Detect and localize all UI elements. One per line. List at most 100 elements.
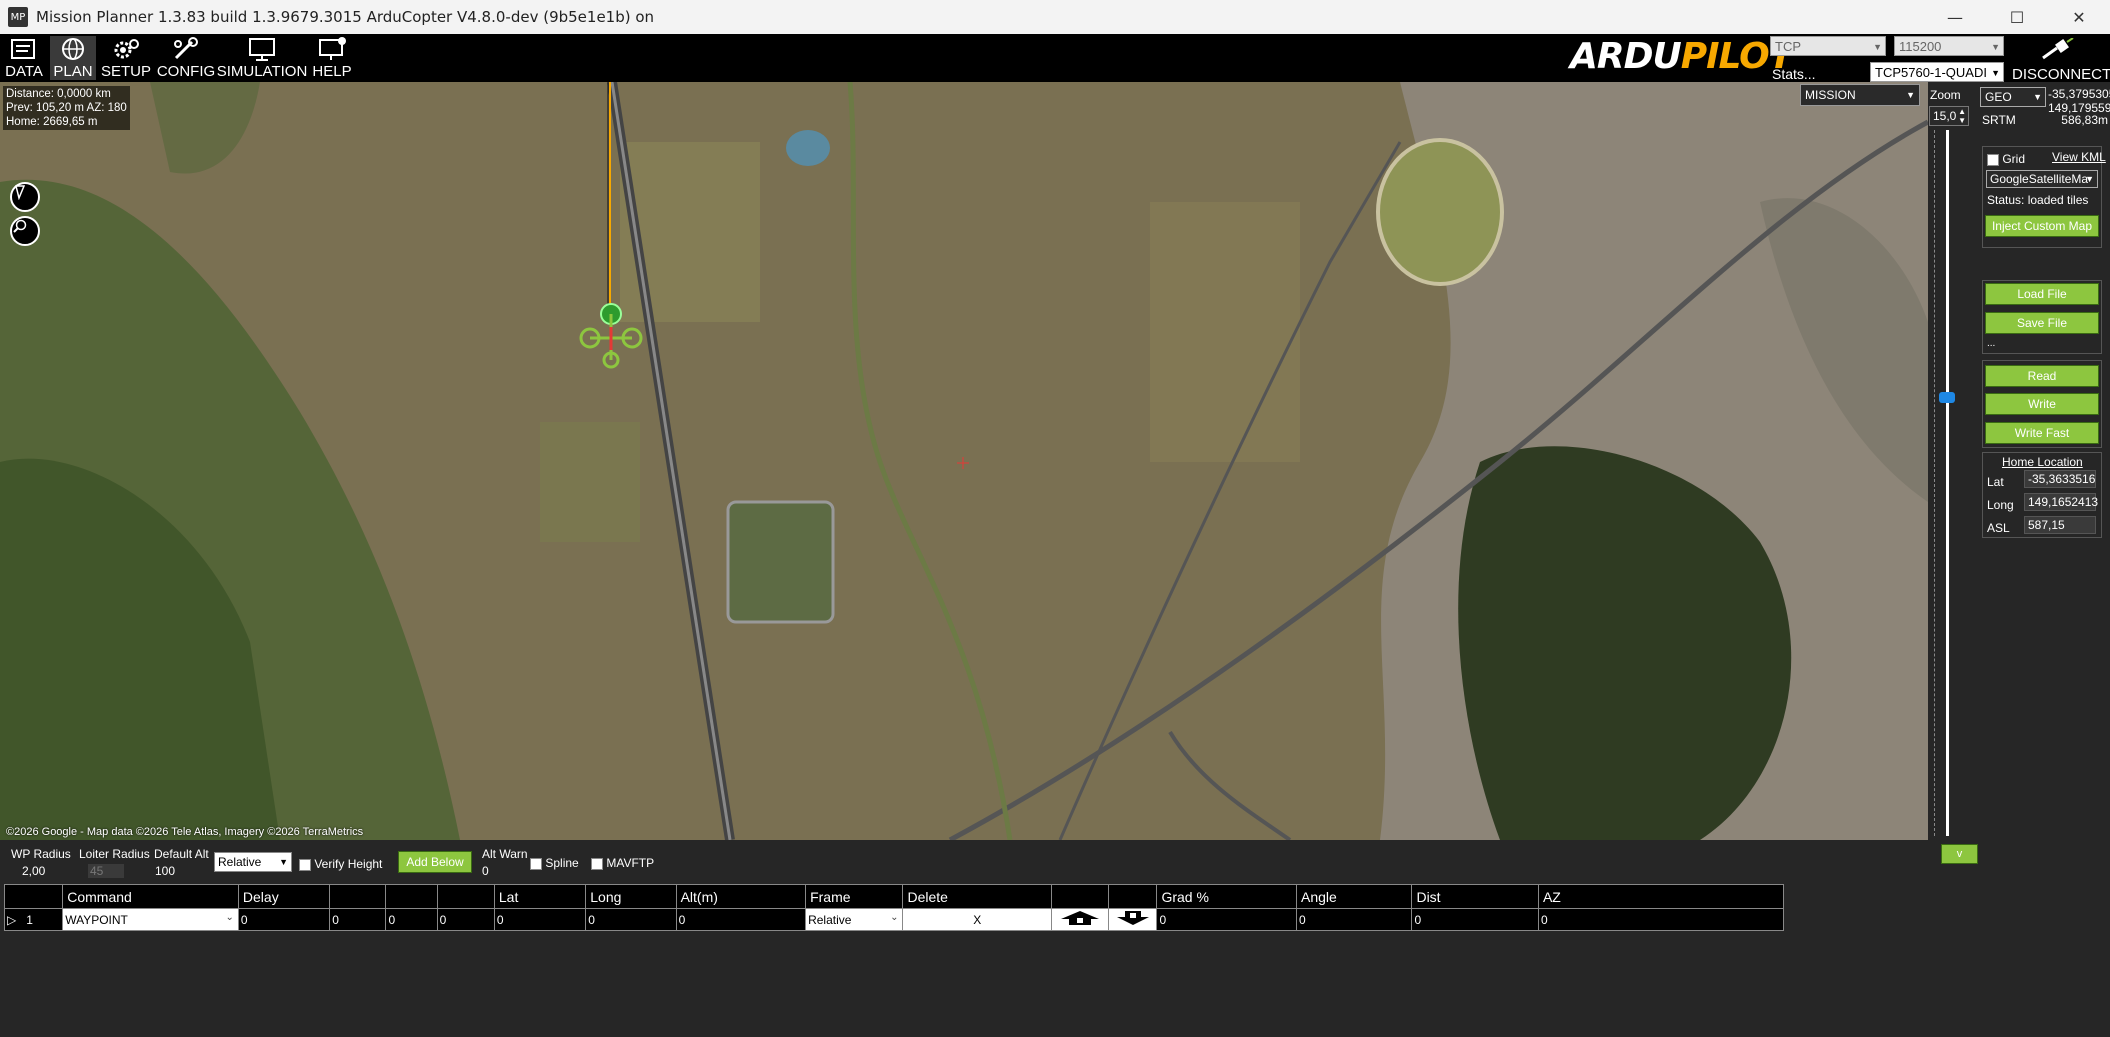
load-file-button[interactable]: Load File xyxy=(1985,283,2099,305)
move-down-button[interactable] xyxy=(1108,908,1158,931)
loiter-radius-input[interactable]: 45 xyxy=(88,864,124,878)
command-select[interactable]: WAYPOINT ⌄ xyxy=(62,908,239,931)
col-header-long: Long xyxy=(585,884,677,909)
connection-type-select[interactable]: TCP ▼ xyxy=(1770,36,1886,56)
disconnect-label: DISCONNECT xyxy=(2012,66,2110,83)
angle-cell: 0 xyxy=(1295,908,1413,931)
home-long-input[interactable]: 149,1652413 xyxy=(2024,493,2098,511)
spline-checkbox[interactable]: Spline xyxy=(530,856,579,870)
grid-checkbox-box[interactable] xyxy=(1987,153,1999,166)
default-alt-input[interactable]: 100 xyxy=(155,864,175,878)
col-header-az: AZ xyxy=(1537,884,1785,909)
save-file-button[interactable]: Save File xyxy=(1985,312,2099,334)
zoom-slider-track[interactable] xyxy=(1946,130,1949,836)
window-title: Mission Planner 1.3.83 build 1.3.9679.30… xyxy=(36,8,655,26)
chevron-down-icon: ▼ xyxy=(1873,42,1882,52)
lat-cell[interactable]: 0 xyxy=(493,908,587,931)
add-below-button[interactable]: Add Below xyxy=(398,851,472,873)
plug-icon xyxy=(2042,37,2074,60)
table-row[interactable]: ▷ 1 WAYPOINT ⌄ 0 0 0 0 0 0 0 Relative ⌄ X … xyxy=(3,908,1785,931)
minimize-button[interactable]: — xyxy=(1924,0,1986,34)
grid-checkbox[interactable]: Grid xyxy=(1987,152,2025,166)
maximize-button[interactable]: ☐ xyxy=(1986,0,2048,34)
port-select[interactable]: TCP5760-1-QUADI ▼ xyxy=(1870,62,2004,82)
col-header-param2 xyxy=(329,884,387,909)
alt-cell[interactable]: 0 xyxy=(675,908,807,931)
disconnect-button[interactable]: DISCONNECT xyxy=(2012,37,2110,83)
distance-text: Distance: 0,0000 km xyxy=(6,88,111,100)
frame-select[interactable]: Relative ⌄ xyxy=(805,908,904,931)
zoom-slider-handle[interactable] xyxy=(1939,392,1955,403)
col-header-dist: Dist xyxy=(1411,884,1539,909)
mavftp-box[interactable] xyxy=(591,857,603,870)
write-button[interactable]: Write xyxy=(1985,393,2099,415)
map-view[interactable]: Distance: 0,0000 km Prev: 105,20 m AZ: 1… xyxy=(0,82,1928,840)
inject-custom-map-button[interactable]: Inject Custom Map xyxy=(1985,215,2099,237)
row-pointer-icon: ▷ xyxy=(7,912,17,927)
arrow-down-icon xyxy=(1116,911,1149,925)
param4-cell[interactable]: 0 xyxy=(436,908,495,931)
map-type-select[interactable]: GoogleSatelliteMa ▼ xyxy=(1986,170,2098,188)
zoom-search-button[interactable] xyxy=(10,216,40,246)
alt-frame-select[interactable]: Relative ▼ xyxy=(214,852,292,872)
srtm-label: SRTM xyxy=(1982,113,2016,127)
dist-cell: 0 xyxy=(1411,908,1539,931)
baud-rate-select[interactable]: 115200 ▼ xyxy=(1894,36,2004,56)
map-mode-select[interactable]: MISSION ▼ xyxy=(1800,84,1920,106)
file-ellipsis: ... xyxy=(1987,338,1996,349)
col-header-frame: Frame xyxy=(805,884,904,909)
zoom-stepper[interactable]: 15,0 ▲ ▼ xyxy=(1929,106,1969,126)
monitor-icon xyxy=(249,38,275,61)
home-asl-input[interactable]: 587,15 xyxy=(2024,516,2096,534)
help-tab-button[interactable]: HELP xyxy=(310,36,354,80)
satellite-imagery xyxy=(0,82,1928,840)
param2-cell[interactable]: 0 xyxy=(329,908,387,931)
col-header-up xyxy=(1051,884,1110,909)
chevron-down-icon: ⌄ xyxy=(890,912,899,923)
view-kml-link[interactable]: View KML xyxy=(2052,150,2106,164)
home-long-label: Long xyxy=(1987,498,2014,512)
default-alt-label: Default Alt xyxy=(154,847,209,861)
simulation-tab-button[interactable]: SIMULATION xyxy=(217,36,307,80)
delete-button[interactable]: X xyxy=(902,908,1053,931)
delay-cell[interactable]: 0 xyxy=(237,908,331,931)
ardupilot-logo: ARDUPILOT xyxy=(1570,36,1793,77)
spline-box[interactable] xyxy=(530,857,542,870)
coord-system-value: GEO xyxy=(1985,90,2012,104)
mavftp-label: MAVFTP xyxy=(606,856,655,870)
chevron-down-icon: ▼ xyxy=(1991,68,2000,78)
stats-link[interactable]: Stats... xyxy=(1772,66,1816,82)
verify-height-checkbox[interactable]: Verify Height xyxy=(299,857,382,871)
plan-tab-button[interactable]: PLAN xyxy=(50,36,96,80)
verify-height-box[interactable] xyxy=(299,858,311,871)
chevron-down-icon: ▼ xyxy=(1991,42,2000,52)
read-button[interactable]: Read xyxy=(1985,365,2099,387)
wp-radius-input[interactable]: 2,00 xyxy=(22,864,45,878)
write-fast-button[interactable]: Write Fast xyxy=(1985,422,2099,444)
col-header-grad: Grad % xyxy=(1156,884,1297,909)
logo-ardu: ARDU xyxy=(1570,36,1682,77)
data-tab-button[interactable]: DATA xyxy=(2,36,46,80)
collapse-button[interactable]: v xyxy=(1941,844,1978,864)
col-header-lat: Lat xyxy=(493,884,587,909)
az-cell: 0 xyxy=(1537,908,1785,931)
home-location-link[interactable]: Home Location xyxy=(2002,455,2083,469)
close-button[interactable]: ✕ xyxy=(2048,0,2110,34)
data-icon xyxy=(11,39,35,59)
row-index-cell[interactable]: ▷ 1 xyxy=(3,908,64,931)
long-cell[interactable]: 0 xyxy=(585,908,677,931)
setup-tab-button[interactable]: SETUP xyxy=(100,36,152,80)
home-lat-input[interactable]: -35,3633516 xyxy=(2024,470,2096,488)
alt-warn-input[interactable]: 0 xyxy=(482,864,522,878)
ruler-button[interactable] xyxy=(10,182,40,212)
col-header-command: Command xyxy=(62,884,239,909)
baud-rate-value: 115200 xyxy=(1899,39,1942,54)
coord-system-select[interactable]: GEO ▼ xyxy=(1980,87,2046,107)
gear-icon xyxy=(114,39,139,59)
config-tab-button[interactable]: CONFIG xyxy=(157,36,215,80)
mavftp-checkbox[interactable]: MAVFTP xyxy=(591,856,654,870)
param3-cell[interactable]: 0 xyxy=(385,908,438,931)
zoom-label: Zoom xyxy=(1930,88,1961,102)
wp-radius-label: WP Radius xyxy=(11,847,71,861)
move-up-button[interactable] xyxy=(1051,908,1110,931)
